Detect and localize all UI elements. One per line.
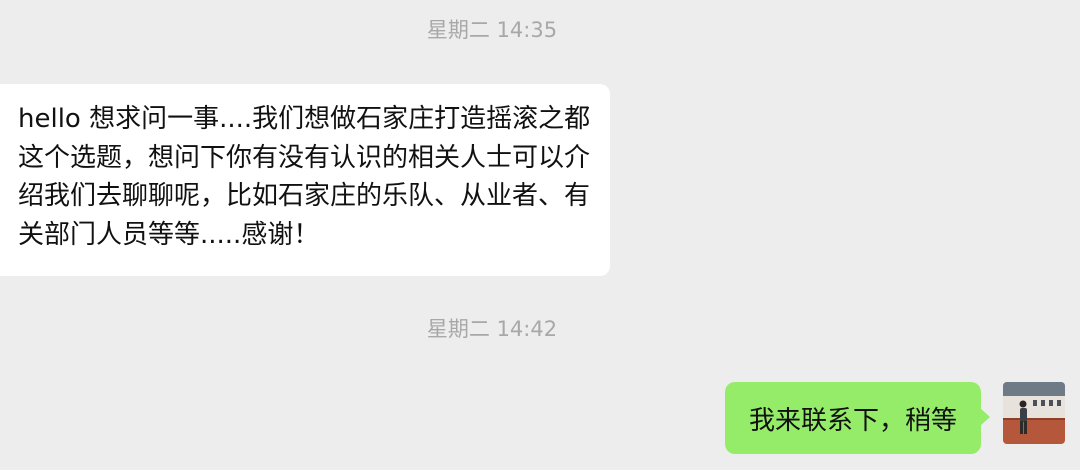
timestamp-1: 星期二 14:35 xyxy=(426,18,558,42)
outgoing-message-bubble[interactable]: 我来联系下，稍等 xyxy=(725,382,990,454)
outgoing-message-text: 我来联系下，稍等 xyxy=(748,405,957,436)
incoming-message-text: hello 想求问一事....我们想做石家庄打造摇滚之都这个选题，想问下你有没有… xyxy=(18,104,591,250)
avatar-photo-icon xyxy=(1003,382,1065,444)
timestamp-2: 星期二 14:42 xyxy=(426,317,558,341)
user-avatar[interactable] xyxy=(1003,382,1065,444)
incoming-message-bubble[interactable]: hello 想求问一事....我们想做石家庄打造摇滚之都这个选题，想问下你有没有… xyxy=(0,84,610,276)
